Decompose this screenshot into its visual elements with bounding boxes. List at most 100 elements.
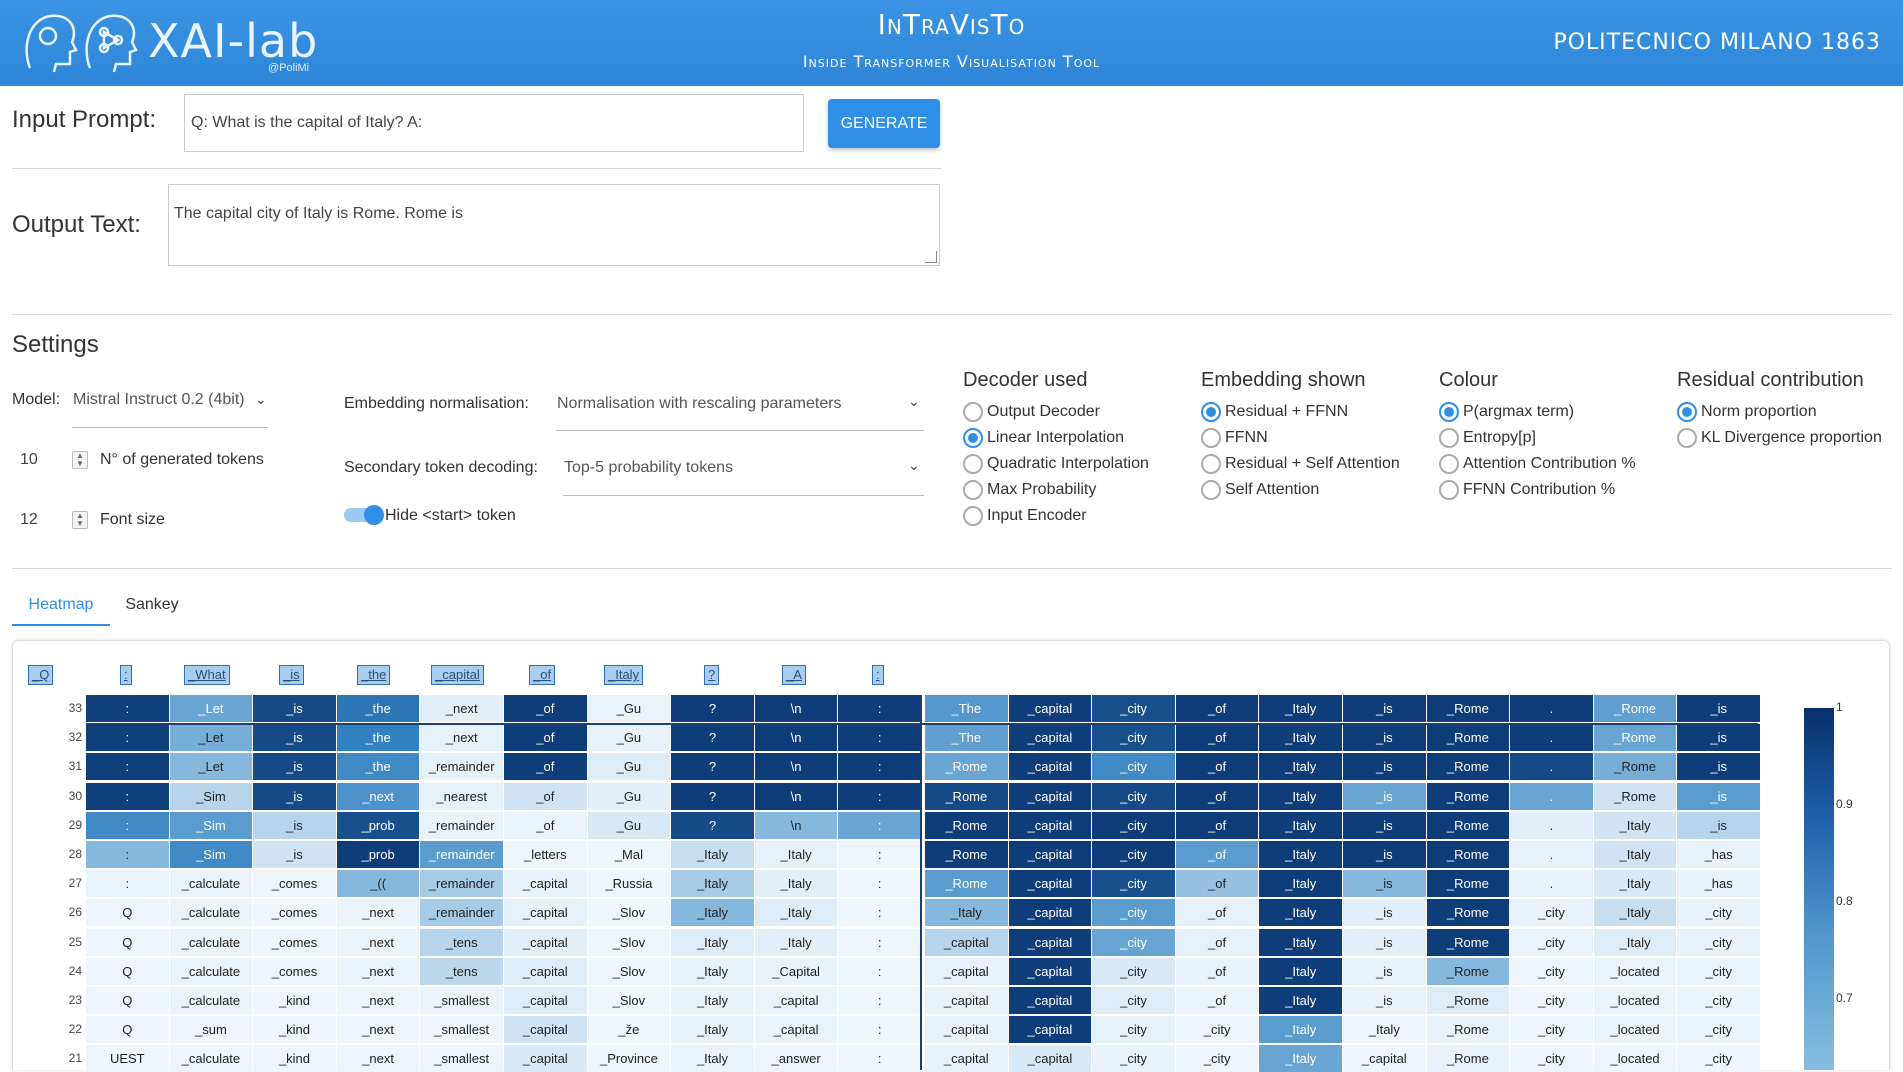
heatmap-cell[interactable]: _capital <box>1008 695 1092 722</box>
heatmap-cell[interactable]: _Italy <box>671 1016 754 1044</box>
heatmap-cell[interactable]: _is <box>1343 928 1426 956</box>
heatmap-cell[interactable]: _is <box>1343 753 1426 781</box>
heatmap-cell[interactable]: _is <box>253 841 336 868</box>
heatmap-cell[interactable]: _city <box>1092 1016 1175 1044</box>
radio-residual-self-attention[interactable]: Residual + Self Attention <box>1201 453 1400 475</box>
heatmap-cell[interactable]: _Rome <box>1426 1045 1510 1072</box>
heatmap-cell[interactable]: : <box>838 753 921 781</box>
font-size-input[interactable]: 12 <box>20 511 38 529</box>
heatmap-cell[interactable]: ? <box>671 782 754 810</box>
heatmap-cell[interactable]: _Italy <box>1259 870 1342 898</box>
radio-self-attention[interactable]: Self Attention <box>1201 479 1319 501</box>
heatmap-cell[interactable]: _the <box>336 753 420 781</box>
heatmap-cell[interactable]: _Italy <box>1259 987 1342 1014</box>
heatmap-cell[interactable]: _Let <box>169 695 253 722</box>
heatmap-cell[interactable]: _Province <box>587 1045 671 1072</box>
tokens-spinner-icon[interactable]: ▲ ▼ <box>72 451 88 469</box>
heatmap-cell[interactable]: _remainder <box>420 841 503 868</box>
heatmap-cell[interactable]: _Rome <box>1426 899 1510 927</box>
tab-sankey[interactable]: Sankey <box>116 590 188 626</box>
heatmap-cell[interactable]: _Gu <box>587 782 671 810</box>
heatmap-cell[interactable]: _Italy <box>671 870 754 898</box>
heatmap-cell[interactable]: _nearest <box>420 782 503 810</box>
heatmap-cell[interactable]: _is <box>1677 753 1760 781</box>
heatmap-cell[interactable]: _Rome <box>1426 870 1510 898</box>
heatmap-cell[interactable]: _Italy <box>1259 695 1342 722</box>
heatmap-cell[interactable]: : <box>838 928 921 956</box>
heatmap-cell[interactable]: _Italy <box>1593 870 1677 898</box>
heatmap-cell[interactable]: Q <box>86 957 169 985</box>
heatmap-cell[interactable]: _capital <box>1343 1045 1426 1072</box>
heatmap-cell[interactable]: _Italy <box>1259 1016 1342 1044</box>
heatmap-cell[interactable]: _capital <box>1008 811 1092 839</box>
heatmap-cell[interactable]: _(( <box>336 870 420 898</box>
heatmap-cell[interactable]: _Italy <box>1259 841 1342 868</box>
heatmap-cell[interactable]: : <box>838 695 921 722</box>
heatmap-cell[interactable]: _of <box>1175 957 1259 985</box>
heatmap-cell[interactable]: _Italy <box>1259 753 1342 781</box>
heatmap-cell[interactable]: _next <box>336 782 420 810</box>
heatmap-cell[interactable]: _Rome <box>925 782 1008 810</box>
heatmap-cell[interactable]: _sum <box>169 1016 253 1044</box>
heatmap-cell[interactable]: _Italy <box>671 899 754 927</box>
heatmap-cell[interactable]: : <box>86 695 169 722</box>
input-token[interactable]: _capital <box>431 665 484 685</box>
heatmap-cell[interactable]: \n <box>754 811 838 839</box>
heatmap-cell[interactable]: _Rome <box>1593 782 1677 810</box>
input-token[interactable]: ? <box>704 665 720 685</box>
heatmap-cell[interactable]: _Italy <box>754 899 838 927</box>
heatmap-cell[interactable]: _of <box>504 782 587 810</box>
heatmap-cell[interactable]: _Italy <box>671 928 754 956</box>
heatmap-cell[interactable]: : <box>838 811 921 839</box>
heatmap-cell[interactable]: _capital <box>1008 899 1092 927</box>
chevron-down-icon[interactable]: ⌄ <box>908 457 920 474</box>
input-token[interactable]: _of <box>529 665 556 685</box>
heatmap-cell[interactable]: _capital <box>925 1045 1008 1072</box>
heatmap-cell[interactable]: _has <box>1677 841 1760 868</box>
heatmap-cell[interactable]: _city <box>1092 782 1175 810</box>
heatmap-cell[interactable]: . <box>1510 870 1593 898</box>
heatmap-cell[interactable]: _capital <box>1008 724 1092 752</box>
heatmap-cell[interactable]: _capital <box>1008 782 1092 810</box>
heatmap-cell[interactable]: _city <box>1092 899 1175 927</box>
heatmap-cell[interactable]: _city <box>1092 870 1175 898</box>
heatmap-cell[interactable]: _is <box>1677 724 1760 752</box>
heatmap-cell[interactable]: _capital <box>1008 1045 1092 1072</box>
heatmap-cell[interactable]: _remainder <box>420 870 503 898</box>
heatmap-cell[interactable]: _Rome <box>925 841 1008 868</box>
heatmap-cell[interactable]: _is <box>253 782 336 810</box>
input-token[interactable]: _is <box>279 665 304 685</box>
heatmap-cell[interactable]: : <box>838 870 921 898</box>
heatmap-cell[interactable]: _capital <box>1008 870 1092 898</box>
tokens-count-input[interactable]: 10 <box>20 451 38 469</box>
heatmap-cell[interactable]: Q <box>86 899 169 927</box>
heatmap-cell[interactable]: _Rome <box>1593 753 1677 781</box>
heatmap-cell[interactable]: _capital <box>1008 928 1092 956</box>
heatmap-cell[interactable]: : <box>86 841 169 868</box>
heatmap-cell[interactable]: _Let <box>169 724 253 752</box>
heatmap-cell[interactable]: _next <box>336 987 420 1014</box>
heatmap-cell[interactable]: _Italy <box>1593 899 1677 927</box>
heatmap-cell[interactable]: _of <box>1175 870 1259 898</box>
heatmap-cell[interactable]: _že <box>587 1016 671 1044</box>
heatmap-cell[interactable]: _Rome <box>1426 782 1510 810</box>
heatmap-cell[interactable]: _is <box>1343 957 1426 985</box>
heatmap-cell[interactable]: : <box>838 1016 921 1044</box>
heatmap-cell[interactable]: ? <box>671 753 754 781</box>
chevron-down-icon[interactable]: ⌄ <box>255 391 267 408</box>
heatmap-cell[interactable]: _city <box>1175 1016 1259 1044</box>
radio-kl-divergence[interactable]: KL Divergence proportion <box>1677 427 1882 449</box>
heatmap-cell[interactable]: _is <box>1343 724 1426 752</box>
heatmap-cell[interactable]: _Italy <box>671 987 754 1014</box>
heatmap-cell[interactable]: _the <box>336 724 420 752</box>
heatmap-cell[interactable]: _city <box>1677 1016 1760 1044</box>
heatmap-cell[interactable]: _of <box>1175 987 1259 1014</box>
heatmap-cell[interactable]: _capital <box>925 1016 1008 1044</box>
heatmap-cell[interactable]: _Italy <box>1259 811 1342 839</box>
heatmap-cell[interactable]: _Slov <box>587 987 671 1014</box>
input-token[interactable]: : <box>872 665 884 685</box>
heatmap-cell[interactable]: _is <box>1343 811 1426 839</box>
heatmap-cell[interactable]: _kind <box>253 1045 336 1072</box>
heatmap-cell[interactable]: _capital <box>754 1016 838 1044</box>
input-token[interactable]: _Q <box>28 665 54 685</box>
